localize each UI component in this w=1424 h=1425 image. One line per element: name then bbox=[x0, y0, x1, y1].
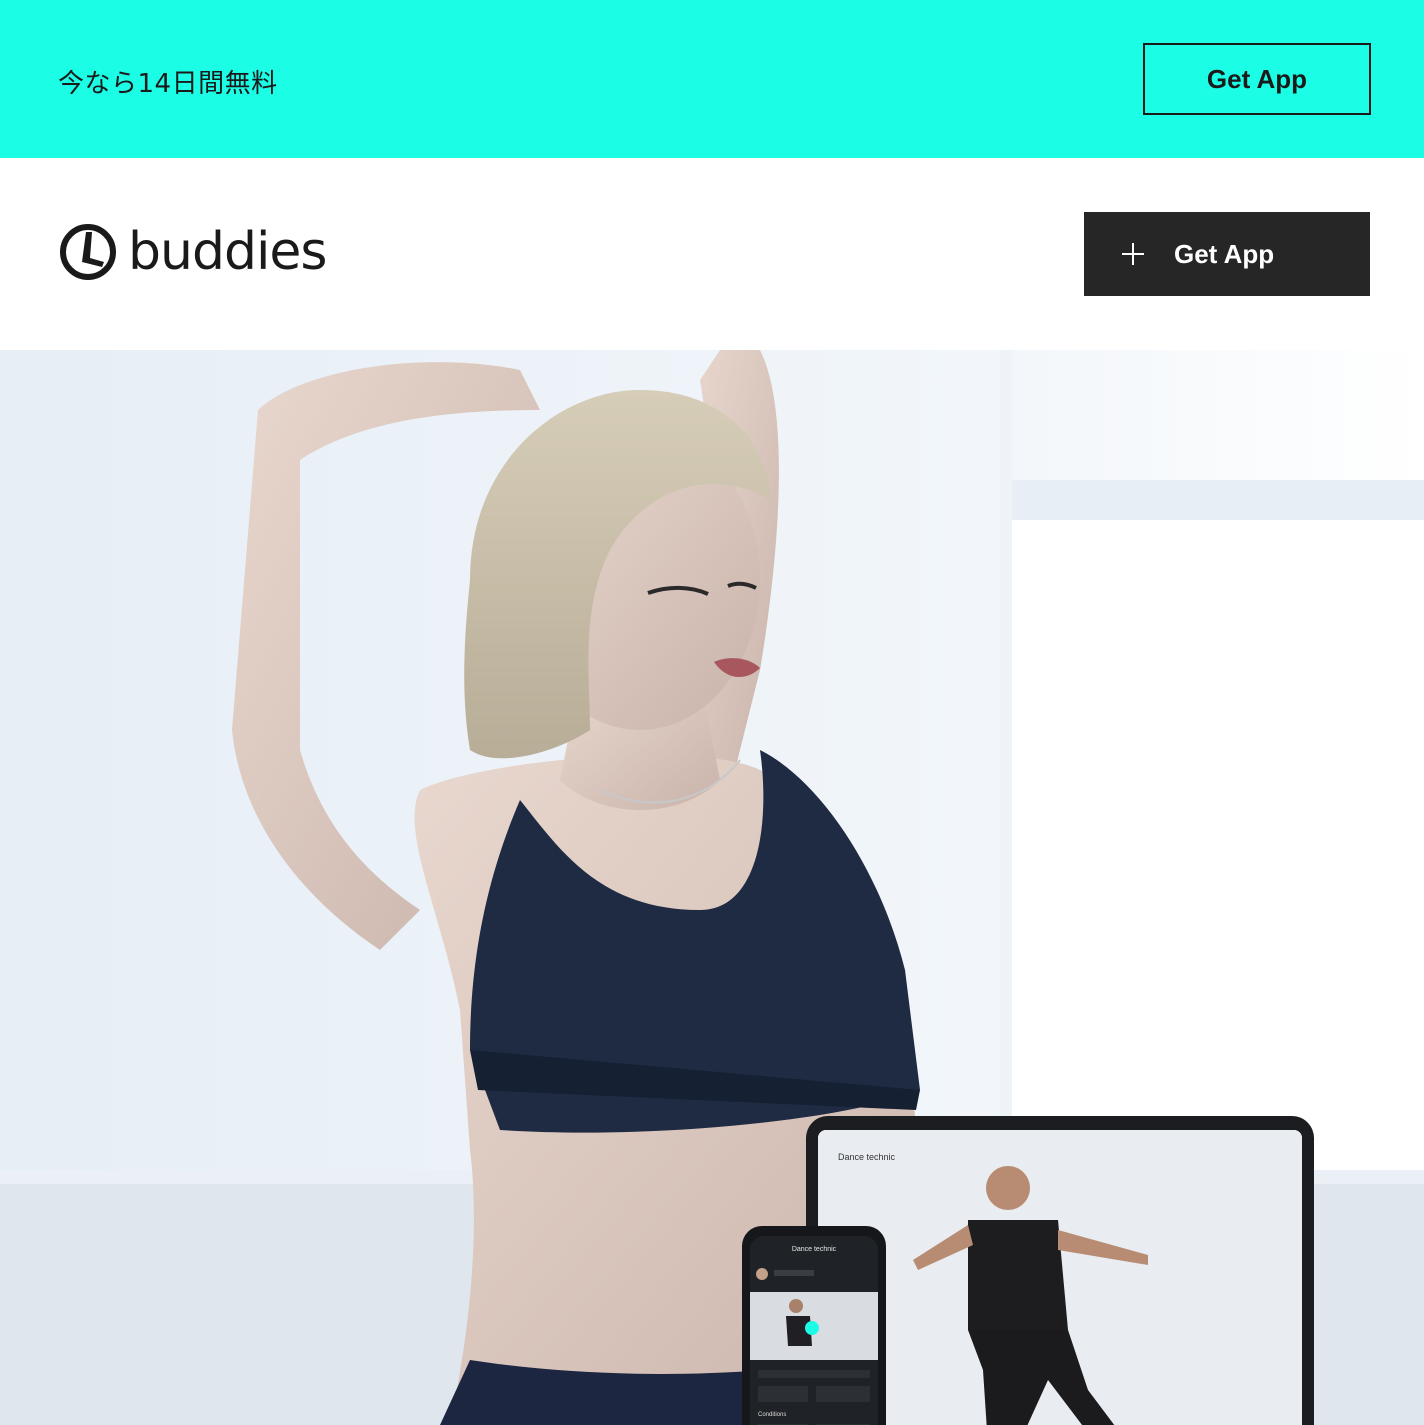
logo[interactable]: buddies bbox=[58, 220, 328, 284]
promo-text: 今なら14日間無料 bbox=[58, 69, 278, 99]
buddies-logo-icon bbox=[60, 224, 116, 280]
phone-mockup: Dance technic Conditions bbox=[742, 1226, 886, 1425]
plus-icon bbox=[1122, 243, 1144, 265]
phone-dancer-image bbox=[750, 1236, 878, 1425]
site-header: buddies Get App bbox=[0, 158, 1424, 350]
logo-text: buddies bbox=[128, 222, 328, 282]
phone-screen: Dance technic Conditions bbox=[750, 1236, 878, 1425]
promo-get-app-button[interactable]: Get App bbox=[1143, 43, 1371, 115]
promo-banner: 今なら14日間無料 Get App bbox=[0, 0, 1424, 158]
phone-section-label: Conditions bbox=[758, 1412, 787, 1418]
tablet-screen-title: Dance technic bbox=[838, 1152, 896, 1162]
tablet-screen: Dance technic bbox=[818, 1130, 1302, 1425]
header-get-app-label: Get App bbox=[1174, 238, 1275, 269]
header-get-app-button[interactable]: Get App bbox=[1084, 212, 1370, 296]
hero-section: Dance technic Dance technic Conditions bbox=[0, 350, 1424, 1425]
phone-screen-title: Dance technic bbox=[791, 1246, 837, 1253]
tablet-dancer-image bbox=[818, 1130, 1302, 1425]
